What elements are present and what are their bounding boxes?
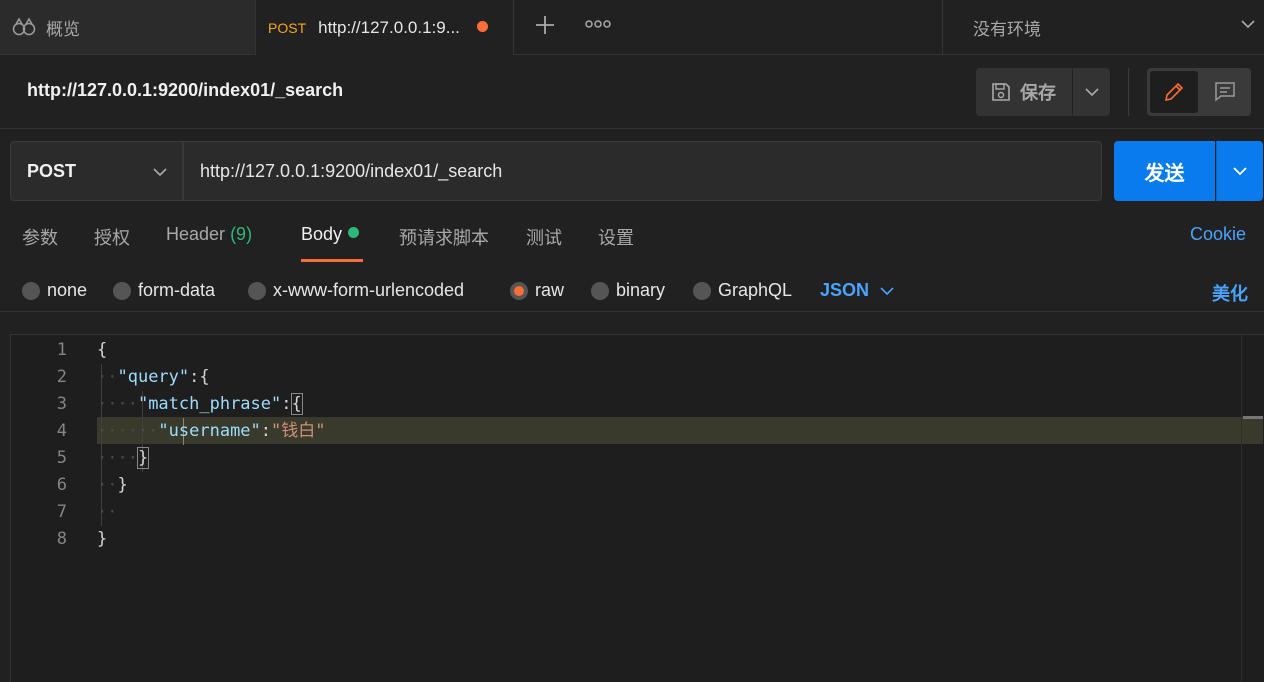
code-line: { bbox=[97, 340, 108, 360]
radio-graphql[interactable]: GraphQL bbox=[693, 280, 792, 301]
chevron-down-icon bbox=[153, 168, 167, 177]
radio-binary-label: binary bbox=[616, 280, 666, 300]
new-tab-button[interactable] bbox=[530, 10, 560, 40]
environment-select[interactable]: 没有环境 bbox=[942, 0, 1264, 54]
code-line: ··"query":{ bbox=[97, 367, 210, 387]
view-mode-toggle bbox=[1147, 68, 1251, 116]
tab-method-label: POST bbox=[268, 19, 307, 36]
body-editor[interactable]: 1 2 3 4 5 6 7 8 { ··"query":{ ····"match… bbox=[10, 334, 1264, 682]
tab-body-label: Body bbox=[301, 224, 343, 244]
language-select[interactable]: JSON bbox=[820, 280, 895, 301]
save-options-button[interactable] bbox=[1073, 68, 1110, 116]
active-tab-underline bbox=[301, 259, 363, 262]
pencil-icon bbox=[1164, 82, 1184, 102]
code-line: ··} bbox=[97, 475, 128, 495]
scrollbar-cursor-marker bbox=[1243, 416, 1263, 419]
radio-none-label: none bbox=[47, 280, 88, 300]
radio-raw-label: raw bbox=[535, 280, 565, 300]
tab-body[interactable]: Body bbox=[301, 224, 360, 245]
line-number: 5 bbox=[56, 448, 67, 468]
chevron-down-icon bbox=[1085, 88, 1099, 97]
send-label: 发送 bbox=[1144, 162, 1185, 185]
tab-url-label: http://127.0.0.1:9... bbox=[318, 17, 460, 37]
tab-bar: 概览 POST http://127.0.0.1:9... 没有环境 bbox=[0, 0, 1264, 55]
tab-header-label: Header bbox=[166, 224, 226, 244]
chevron-down-icon bbox=[880, 286, 894, 295]
radio-binary[interactable]: binary bbox=[591, 280, 665, 301]
tab-settings[interactable]: 设置 bbox=[598, 224, 634, 250]
radio-none[interactable]: none bbox=[22, 280, 87, 301]
tab-header[interactable]: Header (9) bbox=[166, 224, 252, 245]
method-select[interactable]: POST bbox=[10, 141, 183, 201]
body-indicator-dot bbox=[348, 227, 360, 238]
docs-mode-button[interactable] bbox=[1201, 71, 1249, 113]
code-line: ····} bbox=[97, 447, 150, 469]
code-line: ·· bbox=[97, 502, 118, 522]
tab-prerequest[interactable]: 预请求脚本 bbox=[399, 224, 489, 250]
line-number: 8 bbox=[56, 529, 67, 549]
radio-graphql-label: GraphQL bbox=[718, 280, 793, 300]
plus-icon bbox=[536, 16, 554, 34]
header-count: (9) bbox=[230, 224, 253, 244]
radio-circle bbox=[693, 281, 711, 300]
radio-raw[interactable]: raw bbox=[510, 280, 564, 301]
cookie-link[interactable]: Cookie bbox=[1190, 224, 1246, 245]
unsaved-dot-icon[interactable] bbox=[477, 21, 488, 32]
divider bbox=[1128, 68, 1129, 116]
radio-circle bbox=[22, 281, 40, 300]
radio-form-data-label: form-data bbox=[138, 280, 216, 300]
beautify-button[interactable]: 美化 bbox=[1212, 280, 1248, 306]
radio-circle bbox=[248, 281, 266, 300]
comment-icon bbox=[1215, 82, 1235, 102]
send-options-button[interactable] bbox=[1216, 141, 1263, 201]
line-number: 7 bbox=[56, 502, 67, 522]
radio-circle bbox=[591, 281, 609, 300]
radio-circle-selected bbox=[510, 281, 528, 300]
line-number: 1 bbox=[56, 340, 67, 360]
edit-mode-button[interactable] bbox=[1150, 71, 1198, 113]
body-type-row: none form-data x-www-form-urlencoded raw… bbox=[0, 270, 1264, 312]
code-line: } bbox=[97, 529, 108, 549]
more-tabs-button[interactable] bbox=[583, 14, 613, 34]
line-number: 2 bbox=[56, 367, 67, 387]
language-label: JSON bbox=[820, 280, 870, 300]
tab-overview-label: 概览 bbox=[46, 19, 80, 39]
radio-urlencoded-label: x-www-form-urlencoded bbox=[273, 280, 465, 300]
radio-circle bbox=[113, 281, 131, 300]
url-input[interactable] bbox=[183, 141, 1102, 201]
save-icon bbox=[992, 83, 1010, 101]
chevron-down-icon bbox=[1233, 167, 1247, 176]
code-line: ····"match_phrase":{ bbox=[97, 393, 303, 415]
more-icon bbox=[585, 20, 611, 28]
send-button[interactable]: 发送 bbox=[1114, 141, 1215, 201]
tab-request[interactable]: POST http://127.0.0.1:9... bbox=[256, 0, 514, 55]
request-title[interactable]: http://127.0.0.1:9200/index01/_search bbox=[27, 80, 343, 101]
tab-params[interactable]: 参数 bbox=[22, 224, 58, 250]
radio-urlencoded[interactable]: x-www-form-urlencoded bbox=[248, 280, 464, 301]
method-label: POST bbox=[27, 160, 77, 181]
request-header: http://127.0.0.1:9200/index01/_search 保存 bbox=[0, 55, 1264, 129]
line-number: 6 bbox=[56, 475, 67, 495]
tab-tests[interactable]: 测试 bbox=[526, 224, 562, 250]
save-button[interactable]: 保存 bbox=[976, 68, 1072, 116]
environment-label: 没有环境 bbox=[973, 19, 1041, 39]
request-subtabs: 参数 授权 Header (9) Body 预请求脚本 测试 设置 Cookie bbox=[0, 216, 1264, 262]
overview-icon bbox=[12, 17, 36, 36]
editor-scrollbar[interactable] bbox=[1241, 335, 1264, 682]
tab-overview[interactable]: 概览 bbox=[0, 0, 256, 54]
save-label: 保存 bbox=[1020, 83, 1056, 103]
tab-auth[interactable]: 授权 bbox=[94, 224, 130, 250]
code-line: ······"username":"钱白" bbox=[97, 421, 326, 441]
radio-form-data[interactable]: form-data bbox=[113, 280, 215, 301]
line-number: 3 bbox=[56, 394, 67, 414]
chevron-down-icon bbox=[1241, 20, 1255, 29]
line-number: 4 bbox=[56, 421, 67, 441]
